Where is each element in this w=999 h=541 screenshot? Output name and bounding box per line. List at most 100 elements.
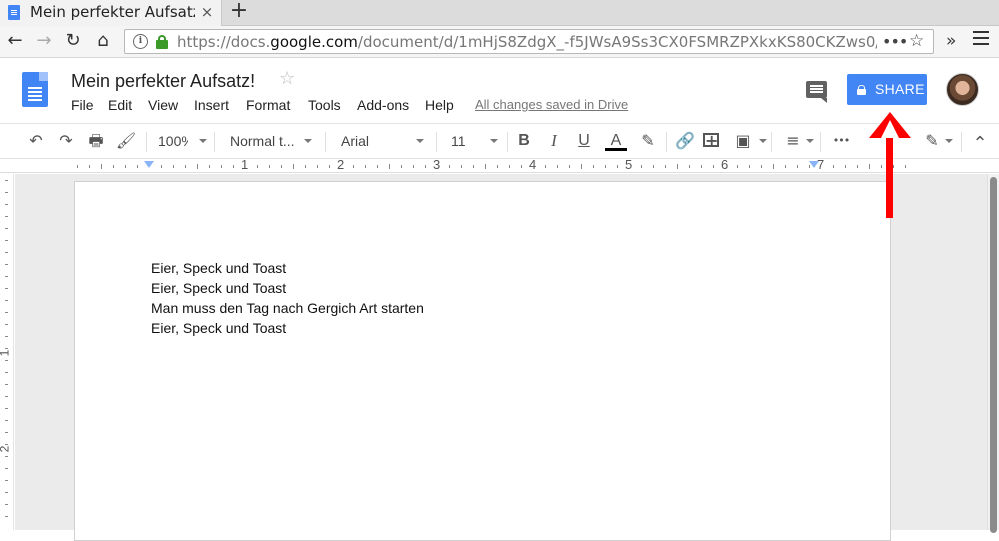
browser-tab[interactable]: Mein perfekter Aufsatz! - Google Docs × — [0, 0, 222, 26]
url-text[interactable]: https://docs.google.com/document/d/1mHjS… — [177, 32, 877, 52]
ruler-tick — [5, 324, 8, 325]
ruler-tick — [137, 165, 138, 168]
menu-view[interactable]: View — [148, 96, 178, 114]
document-page[interactable]: Eier, Speck und Toast Eier, Speck und To… — [74, 181, 891, 541]
forward-icon[interactable]: → — [33, 30, 55, 52]
ruler-tick — [425, 165, 426, 168]
menu-format[interactable]: Format — [246, 96, 290, 114]
vertical-scrollbar[interactable] — [987, 174, 999, 533]
ruler-tick — [5, 180, 8, 181]
ruler-tick — [77, 165, 78, 168]
paragraph-style-select[interactable]: Normal t... — [230, 130, 295, 152]
vertical-ruler[interactable]: 1 2 — [0, 174, 14, 530]
share-button[interactable]: SHARE — [847, 74, 927, 105]
ruler-tick — [101, 164, 102, 169]
comments-icon[interactable] — [806, 81, 827, 103]
page-actions-icon[interactable]: ••• — [882, 30, 908, 53]
address-bar[interactable]: i https://docs.google.com/document/d/1mH… — [124, 29, 934, 54]
close-tab-icon[interactable]: × — [198, 2, 216, 22]
scrollbar-thumb[interactable] — [990, 177, 997, 533]
chevron-down-icon — [759, 139, 767, 143]
ruler-tick — [89, 165, 90, 168]
reload-icon[interactable]: ↻ — [62, 30, 84, 52]
ruler-tick — [869, 164, 870, 169]
ruler-tick — [5, 300, 8, 301]
ruler-tick — [5, 204, 8, 205]
browser-tab-bar: Mein perfekter Aufsatz! - Google Docs × … — [0, 0, 999, 26]
add-comment-icon[interactable]: + — [703, 133, 719, 149]
text-color-indicator — [605, 148, 627, 151]
ruler-number: 2 — [0, 446, 11, 453]
new-tab-button[interactable]: + — [228, 0, 250, 24]
italic-icon[interactable]: I — [542, 129, 566, 153]
ruler-tick — [713, 165, 714, 168]
highlight-color-icon[interactable]: ✎ — [636, 129, 660, 153]
bookmark-star-icon[interactable]: ☆ — [909, 30, 929, 53]
zoom-select[interactable]: 100% — [158, 130, 188, 152]
annotation-arrow-shaft — [886, 124, 893, 218]
menu-addons[interactable]: Add-ons — [357, 96, 409, 114]
ruler-tick — [5, 240, 8, 241]
left-indent-marker[interactable] — [144, 161, 154, 168]
ruler-tick — [5, 336, 8, 337]
bold-icon[interactable]: B — [512, 129, 536, 153]
ruler-tick — [449, 165, 450, 168]
account-avatar[interactable] — [946, 73, 979, 106]
document-line[interactable]: Eier, Speck und Toast — [151, 318, 286, 338]
paint-format-icon[interactable]: 🖌 — [114, 129, 138, 153]
menu-tools[interactable]: Tools — [308, 96, 341, 114]
ruler-tick — [761, 165, 762, 168]
ruler-tick — [5, 228, 8, 229]
menu-edit[interactable]: Edit — [108, 96, 132, 114]
ruler-tick — [5, 456, 8, 457]
font-size-select[interactable]: 11 — [451, 130, 466, 152]
collapse-chevron-icon[interactable]: ⌃ — [968, 129, 992, 154]
document-canvas: Eier, Speck und Toast Eier, Speck und To… — [15, 174, 987, 541]
ruler-tick — [857, 165, 858, 168]
ruler-tick — [113, 165, 114, 168]
ruler-tick — [5, 396, 8, 397]
ruler-tick — [305, 165, 306, 168]
ruler-tick — [173, 165, 174, 168]
share-label: SHARE — [875, 81, 925, 97]
overflow-chevron-icon[interactable]: » — [946, 30, 964, 52]
ruler-tick — [233, 165, 234, 168]
redo-icon[interactable]: ↷ — [54, 129, 78, 153]
horizontal-ruler[interactable]: 1 2 3 4 5 6 7 — [0, 158, 999, 173]
ruler-tick — [809, 165, 810, 168]
insert-link-icon[interactable]: 🔗 — [673, 129, 697, 153]
save-status-link[interactable]: All changes saved in Drive — [475, 96, 645, 114]
ruler-tick — [5, 492, 8, 493]
back-icon[interactable]: ← — [4, 30, 26, 52]
site-info-icon[interactable]: i — [133, 34, 148, 49]
ruler-tick — [593, 165, 594, 168]
insert-image-icon[interactable]: ▣ — [731, 129, 755, 153]
menu-insert[interactable]: Insert — [194, 96, 229, 114]
document-line[interactable]: Eier, Speck und Toast — [151, 278, 286, 298]
browser-menu-icon[interactable] — [973, 31, 989, 47]
menu-help[interactable]: Help — [425, 96, 454, 114]
document-line[interactable]: Man muss den Tag nach Gergich Art starte… — [151, 298, 424, 318]
docs-logo-icon[interactable] — [22, 72, 48, 107]
underline-icon[interactable]: U — [572, 129, 596, 153]
ruler-tick — [5, 276, 8, 277]
ruler-tick — [557, 165, 558, 168]
home-icon[interactable]: ⌂ — [92, 30, 114, 52]
document-line[interactable]: Eier, Speck und Toast — [151, 258, 286, 278]
print-icon[interactable]: 🖶 — [84, 129, 108, 153]
ruler-tick — [617, 165, 618, 168]
editing-mode-icon[interactable]: ✎ — [920, 129, 944, 153]
font-family-select[interactable]: Arial — [341, 130, 369, 152]
menu-file[interactable]: File — [71, 96, 94, 114]
ruler-tick — [329, 165, 330, 168]
secure-lock-icon[interactable] — [156, 35, 168, 49]
more-options-icon[interactable]: ••• — [829, 129, 853, 153]
document-title[interactable]: Mein perfekter Aufsatz! — [71, 69, 271, 93]
formatting-toolbar: ↶ ↷ 🖶 🖌 100% Normal t... Arial 11 B I U … — [0, 123, 999, 159]
ruler-tick — [353, 165, 354, 168]
undo-icon[interactable]: ↶ — [24, 129, 48, 153]
ruler-tick — [677, 164, 678, 169]
star-icon[interactable]: ☆ — [279, 68, 299, 90]
align-left-icon[interactable]: ≡ — [781, 129, 805, 153]
ruler-tick — [5, 312, 8, 313]
